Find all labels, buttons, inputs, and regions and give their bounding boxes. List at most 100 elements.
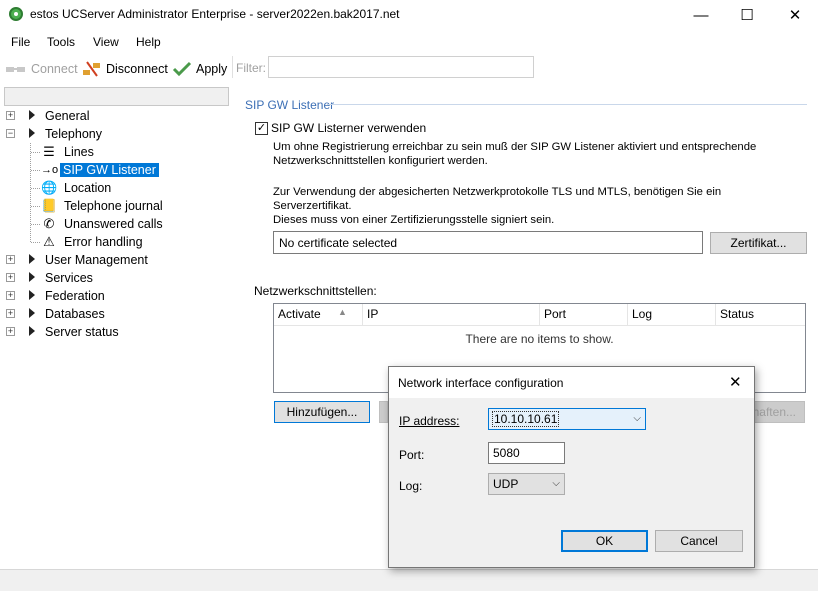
ip-address-select[interactable]: 10.10.10.61 ⌵ <box>488 408 646 430</box>
network-interface-dialog: Network interface configuration ✕ IP add… <box>388 366 755 568</box>
dialog-close-icon[interactable]: ✕ <box>729 373 742 391</box>
chevron-down-icon: ⌵ <box>633 413 641 424</box>
node-arrow-icon <box>29 326 35 336</box>
expand-icon[interactable]: + <box>6 111 15 120</box>
tree-label: Federation <box>45 289 105 303</box>
edit-button-partial[interactable] <box>379 401 388 423</box>
cancel-button[interactable]: Cancel <box>655 530 743 552</box>
column-header-ip[interactable]: IP <box>363 304 540 325</box>
ip-address-label: IP address: <box>399 414 459 428</box>
node-arrow-icon <box>29 308 35 318</box>
plug-connect-icon <box>6 67 25 72</box>
connect-label: Connect <box>31 62 78 76</box>
expand-icon[interactable]: + <box>6 255 15 264</box>
tree-label: Databases <box>45 307 105 321</box>
expand-icon[interactable]: + <box>6 309 15 318</box>
expand-icon[interactable]: + <box>6 327 15 336</box>
tree-item-telephone-journal[interactable]: 📒 Telephone journal <box>0 197 236 215</box>
apply-label: Apply <box>196 62 228 76</box>
tree-item-server-status[interactable]: + Server status <box>0 323 236 341</box>
tree-item-telephony[interactable]: − Telephony <box>0 125 236 143</box>
filter-input[interactable] <box>268 56 534 78</box>
add-interface-button[interactable]: Hinzufügen... <box>274 401 370 423</box>
window-title: estos UCServer Administrator Enterprise … <box>30 7 400 21</box>
tree-label: Error handling <box>64 235 143 249</box>
menu-file[interactable]: File <box>11 35 30 49</box>
tree-item-federation[interactable]: + Federation <box>0 287 236 305</box>
apply-button[interactable]: Apply <box>172 58 227 80</box>
tree-label: SIP GW Listener <box>60 163 159 177</box>
column-header-port[interactable]: Port <box>540 304 628 325</box>
expand-icon[interactable]: + <box>6 291 15 300</box>
lines-list-icon: ☰ <box>43 144 55 159</box>
tree-item-services[interactable]: + Services <box>0 269 236 287</box>
use-listener-checkbox[interactable]: ✓ <box>255 122 268 135</box>
warning-icon: ⚠ <box>43 234 55 249</box>
tree-item-sip-gw-listener[interactable]: →o SIP GW Listener <box>0 161 236 179</box>
empty-list-message: There are no items to show. <box>465 332 614 346</box>
collapse-icon[interactable]: − <box>6 129 15 138</box>
plug-disconnect-icon <box>83 61 100 77</box>
status-bar <box>0 569 818 591</box>
dialog-title: Network interface configuration <box>398 376 564 390</box>
tree-item-lines[interactable]: ☰ Lines <box>0 143 236 161</box>
use-listener-label[interactable]: SIP GW Listerner verwenden <box>271 121 426 135</box>
maximize-button[interactable]: ☐ <box>724 0 770 30</box>
log-value: UDP <box>493 477 519 491</box>
tree-label: General <box>45 109 90 123</box>
node-arrow-icon <box>29 128 35 138</box>
list-header: Activate ▲ IP Port Log Status <box>274 304 805 326</box>
tree-item-error-handling[interactable]: ⚠ Error handling <box>0 233 236 251</box>
tree-item-user-management[interactable]: + User Management <box>0 251 236 269</box>
port-label: Port: <box>399 448 425 462</box>
log-select[interactable]: UDP ⌵ <box>488 473 565 495</box>
info-line: Zur Verwendung der abgesicherten Netzwer… <box>273 186 722 212</box>
close-window-button[interactable]: ✕ <box>772 0 818 30</box>
phone-handset-icon: ✆ <box>43 216 55 231</box>
tree-item-databases[interactable]: + Databases <box>0 305 236 323</box>
app-logo-icon <box>9 7 23 21</box>
column-header-log[interactable]: Log <box>628 304 716 325</box>
connect-button[interactable]: Connect <box>5 58 78 80</box>
menu-tools[interactable]: Tools <box>47 35 75 49</box>
section-title: SIP GW Listener <box>245 98 335 112</box>
column-header-activate[interactable]: Activate ▲ <box>274 304 363 325</box>
node-arrow-icon <box>29 110 35 120</box>
tree-item-unanswered-calls[interactable]: ✆ Unanswered calls <box>0 215 236 233</box>
menu-bar: File Tools View Help <box>0 31 818 53</box>
ip-address-value: 10.10.10.61 <box>491 411 560 427</box>
disconnect-label: Disconnect <box>106 62 168 76</box>
info-text-certificate: Zur Verwendung der abgesicherten Netzwer… <box>273 185 793 227</box>
ok-button[interactable]: OK <box>561 530 648 552</box>
chevron-down-icon: ⌵ <box>552 478 560 489</box>
tree-header <box>4 87 229 106</box>
menu-help[interactable]: Help <box>136 35 161 49</box>
expand-icon[interactable]: + <box>6 273 15 282</box>
certificate-button[interactable]: Zertifikat... <box>710 232 807 254</box>
globe-icon: 🌐 <box>41 180 58 195</box>
tree-label: Location <box>64 181 112 195</box>
port-input[interactable]: 5080 <box>488 442 565 464</box>
info-text-registration: Um ohne Registrierung erreichbar zu sein… <box>273 140 793 168</box>
tree-connector <box>31 206 40 207</box>
info-line: Um ohne Registrierung erreichbar zu sein… <box>273 141 757 153</box>
toolbar-separator <box>232 56 233 78</box>
tree-connector <box>31 152 40 153</box>
ip-address-label-text: IP address: <box>399 414 460 428</box>
tree-connector <box>31 188 40 189</box>
tree-item-location[interactable]: 🌐 Location <box>0 179 236 197</box>
column-label: Activate <box>278 307 321 321</box>
tree-label: Unanswered calls <box>64 217 163 231</box>
disconnect-button[interactable]: Disconnect <box>82 58 168 80</box>
certificate-field: No certificate selected <box>273 231 703 254</box>
menu-view[interactable]: View <box>93 35 119 49</box>
journal-icon: 📒 <box>41 198 58 213</box>
column-header-status[interactable]: Status <box>716 304 805 325</box>
tree-item-general[interactable]: + General <box>0 107 236 125</box>
tree-label: Server status <box>45 325 119 339</box>
node-arrow-icon <box>29 254 35 264</box>
tree-connector <box>31 242 40 243</box>
sort-ascending-icon: ▲ <box>338 307 347 317</box>
minimize-button[interactable]: — <box>678 0 724 30</box>
title-bar: estos UCServer Administrator Enterprise … <box>0 0 818 30</box>
